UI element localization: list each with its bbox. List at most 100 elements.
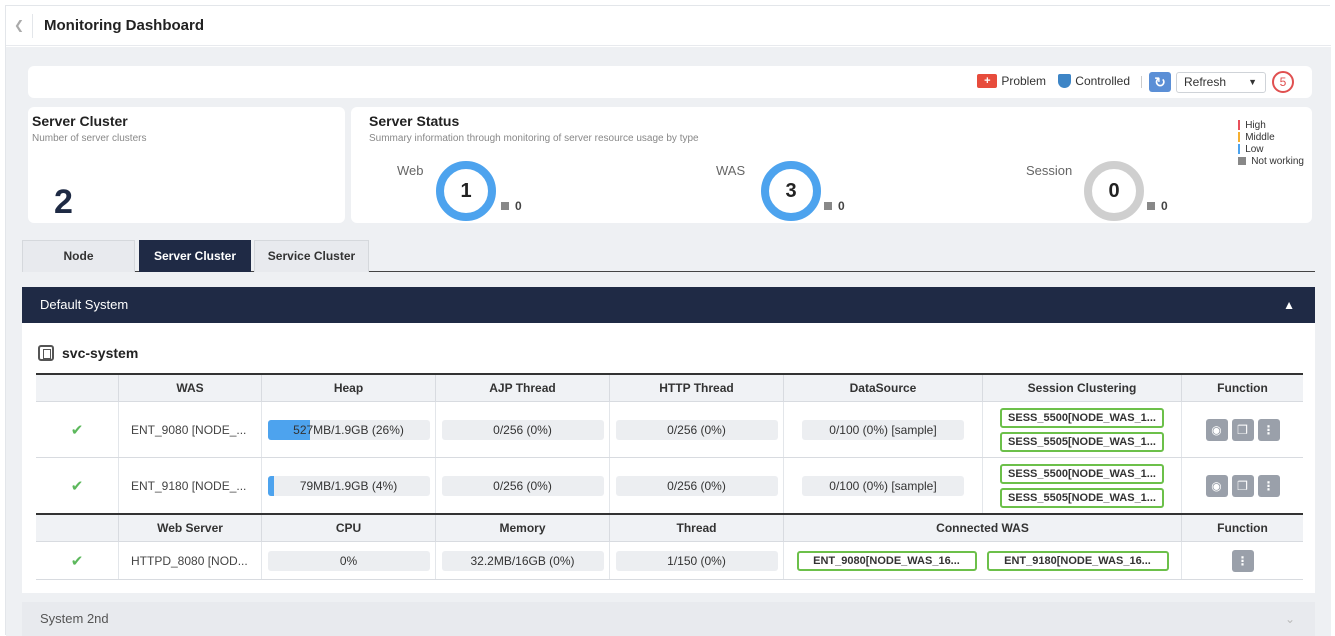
header-session-clustering: Session Clustering (983, 375, 1182, 402)
shield-icon (1058, 74, 1072, 88)
chevron-up-icon[interactable]: ▲ (1283, 287, 1295, 323)
session-link[interactable]: SESS_5505[NODE_WAS_1... (1000, 431, 1164, 452)
http-thread-bar: 0/256 (0%) (615, 475, 778, 496)
card-subtitle: Summary information through monitoring o… (369, 133, 699, 144)
was-count-ring[interactable]: 3 (761, 161, 821, 221)
section-title: System 2nd (40, 611, 109, 626)
header-function: Function (1217, 381, 1268, 395)
header-connected-was: Connected WAS (784, 515, 1182, 542)
legend-controlled: Controlled (1058, 74, 1130, 88)
header-memory: Memory (436, 515, 610, 542)
web-label: Web (397, 163, 424, 178)
header-thread: Thread (610, 515, 784, 542)
legend-low: Low (1238, 143, 1304, 155)
app-frame: ❮ Monitoring Dashboard + Problem Control… (5, 5, 1331, 636)
legend-high: High (1238, 119, 1304, 131)
header-function: Function (1217, 521, 1268, 535)
refresh-button[interactable]: ↻ (1149, 72, 1171, 92)
header-status (36, 375, 119, 402)
server-cluster-card: Server Cluster Number of server clusters… (28, 107, 345, 223)
check-icon: ✔ (70, 477, 84, 495)
web-server-table: Web Server CPU Memory Thread Connected W… (36, 513, 1303, 583)
page-title: Monitoring Dashboard (44, 17, 204, 34)
table-row: ✔ HTTPD_8080 [NOD... 0% 32.2MB/16GB (0%)… (36, 542, 1303, 580)
http-thread-bar: 0/256 (0%) (615, 419, 778, 440)
session-not-working: 0 (1147, 199, 1168, 213)
divider (32, 14, 33, 38)
title-bar: ❮ Monitoring Dashboard (6, 6, 1331, 46)
table-row: ✔ ENT_9080 [NODE_... 527MB/1.9GB (26%) 0… (36, 402, 1303, 458)
header-web-server: Web Server (119, 515, 262, 542)
window-icon[interactable]: ❐ (1231, 418, 1254, 441)
web-count-ring[interactable]: 1 (436, 161, 496, 221)
was-not-working: 0 (824, 199, 845, 213)
card-title: Server Cluster (32, 113, 128, 129)
status-legend: High Middle Low Not working (1238, 119, 1304, 167)
tab-node[interactable]: Node (22, 240, 135, 272)
header-cpu: CPU (262, 515, 436, 542)
square-icon (501, 202, 509, 210)
check-icon: ✔ (70, 552, 84, 570)
default-system-header[interactable]: Default System ▲ (22, 287, 1315, 323)
system-title: svc-system (38, 345, 138, 361)
more-icon[interactable]: ⋮ (1257, 474, 1280, 497)
server-status-card: Server Status Summary information throug… (351, 107, 1312, 223)
session-link[interactable]: SESS_5505[NODE_WAS_1... (1000, 487, 1164, 508)
session-count-ring[interactable]: 0 (1084, 161, 1144, 221)
tab-server-cluster[interactable]: Server Cluster (139, 240, 251, 272)
was-name[interactable]: ENT_9080 [NODE_... (119, 402, 262, 457)
tab-bar: Node Server Cluster Service Cluster (22, 240, 1315, 272)
card-title: Server Status (369, 113, 460, 129)
chevron-down-icon[interactable]: ⌄ (1285, 602, 1295, 636)
thread-bar: 1/150 (0%) (615, 550, 778, 571)
cpu-bar: 0% (267, 550, 430, 571)
system-name: svc-system (62, 345, 139, 361)
connected-was-link[interactable]: ENT_9080[NODE_WAS_16... (796, 550, 977, 571)
refresh-select-value: Refresh (1184, 75, 1227, 89)
problem-label: Problem (1001, 74, 1046, 88)
was-name[interactable]: ENT_9180 [NODE_... (119, 458, 262, 513)
system-2nd-header[interactable]: System 2nd ⌄ (22, 602, 1315, 636)
was-table: WAS Heap AJP Thread HTTP Thread DataSour… (36, 373, 1303, 514)
dashboard-content: + Problem Controlled ↻ Refresh ▼ 5 Serve… (6, 47, 1331, 636)
server-icon (38, 345, 54, 361)
tab-service-cluster[interactable]: Service Cluster (254, 240, 369, 272)
section-title: Default System (40, 297, 129, 312)
header-was: WAS (119, 375, 262, 402)
camera-icon[interactable]: ◉ (1205, 474, 1228, 497)
window-icon[interactable]: ❐ (1231, 474, 1254, 497)
caret-down-icon: ▼ (1248, 77, 1257, 87)
controlled-label: Controlled (1075, 74, 1130, 88)
square-icon (1147, 202, 1155, 210)
header-heap: Heap (262, 375, 436, 402)
legend-problem: + Problem (977, 74, 1046, 88)
web-not-working: 0 (501, 199, 522, 213)
session-link[interactable]: SESS_5500[NODE_WAS_1... (1000, 407, 1164, 428)
session-label: Session (1026, 163, 1073, 178)
session-link[interactable]: SESS_5500[NODE_WAS_1... (1000, 463, 1164, 484)
more-icon[interactable]: ⋮ (1257, 418, 1280, 441)
datasource-bar: 0/100 (0%) [sample] (802, 475, 964, 496)
card-subtitle: Number of server clusters (32, 133, 147, 144)
header-status (36, 515, 119, 542)
ajp-thread-bar: 0/256 (0%) (441, 419, 604, 440)
datasource-bar: 0/100 (0%) [sample] (802, 419, 964, 440)
table-header: Web Server CPU Memory Thread Connected W… (36, 513, 1303, 542)
more-icon[interactable]: ⋮ (1231, 549, 1254, 572)
heap-fill (267, 475, 274, 496)
legend-middle: Middle (1238, 131, 1304, 143)
heap-bar: 527MB/1.9GB (26%) (267, 419, 430, 440)
divider (1141, 76, 1142, 88)
header-datasource: DataSource (784, 375, 983, 402)
refresh-interval-select[interactable]: Refresh ▼ (1176, 72, 1266, 93)
camera-icon[interactable]: ◉ (1205, 418, 1228, 441)
square-icon (824, 202, 832, 210)
heap-bar: 79MB/1.9GB (4%) (267, 475, 430, 496)
cluster-count: 2 (54, 183, 73, 221)
toolbar: + Problem Controlled ↻ Refresh ▼ 5 (28, 66, 1312, 98)
check-icon: ✔ (70, 421, 84, 439)
back-arrow-icon[interactable]: ❮ (14, 18, 24, 32)
table-row: ✔ ENT_9180 [NODE_... 79MB/1.9GB (4%) 0/2… (36, 458, 1303, 514)
connected-was-link[interactable]: ENT_9180[NODE_WAS_16... (986, 550, 1169, 571)
web-server-name[interactable]: HTTPD_8080 [NOD... (119, 542, 262, 579)
